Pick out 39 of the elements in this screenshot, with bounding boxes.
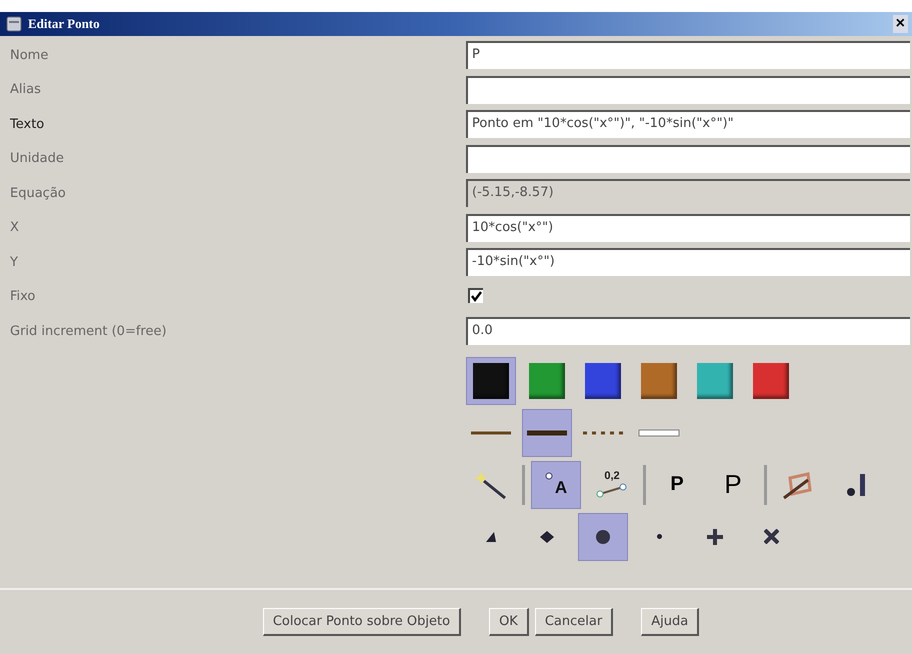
field-label: Texto xyxy=(9,116,46,132)
field-label: Nome xyxy=(9,48,50,63)
circle-icon xyxy=(596,530,610,544)
dot-icon xyxy=(656,534,662,539)
diamond-icon xyxy=(540,530,554,542)
input-field[interactable]: 10*cos("x°") xyxy=(466,214,910,242)
segment-icon xyxy=(595,482,629,498)
color-swatch[interactable] xyxy=(466,356,516,404)
line-style-option[interactable] xyxy=(522,408,572,456)
field-label: Alias xyxy=(9,82,42,98)
input-field[interactable] xyxy=(466,76,910,104)
cross-icon xyxy=(764,529,778,544)
input-field[interactable]: -10*sin("x°") xyxy=(466,248,910,276)
field-label: Equação xyxy=(9,186,67,201)
point-shape-option[interactable] xyxy=(578,512,628,560)
checkbox[interactable] xyxy=(468,288,483,304)
plus-icon xyxy=(707,528,723,544)
dialog-button[interactable]: Colocar Ponto sobre Objeto xyxy=(262,608,462,636)
point-icon xyxy=(544,472,553,480)
close-button[interactable]: × xyxy=(892,15,908,33)
value-style-option[interactable]: 0,2 xyxy=(587,460,637,508)
dialog-button[interactable]: Ajuda xyxy=(641,608,700,636)
label-style-option[interactable]: A xyxy=(531,460,581,508)
plain-style-option[interactable]: P xyxy=(708,460,758,508)
field-label: Unidade xyxy=(9,151,65,166)
field-label: Grid increment (0=free) xyxy=(9,324,168,339)
field-label: X xyxy=(9,220,20,236)
bold-style-option[interactable]: P xyxy=(652,460,702,508)
field-label: Fixo xyxy=(9,289,36,304)
input-field[interactable] xyxy=(466,144,910,173)
window-icon xyxy=(6,16,22,32)
input-field[interactable]: Ponto em "10*cos("x°")", "-10*sin("x°")" xyxy=(466,110,910,138)
dialog-button[interactable]: Cancelar xyxy=(534,608,614,636)
window-title: Editar Ponto xyxy=(28,16,101,32)
input-field[interactable]: P xyxy=(466,41,910,70)
dialog-button[interactable]: OK xyxy=(489,608,529,636)
input-field[interactable]: 0.0 xyxy=(466,317,910,346)
field-label: Y xyxy=(9,254,19,270)
triangle-icon xyxy=(486,532,496,542)
